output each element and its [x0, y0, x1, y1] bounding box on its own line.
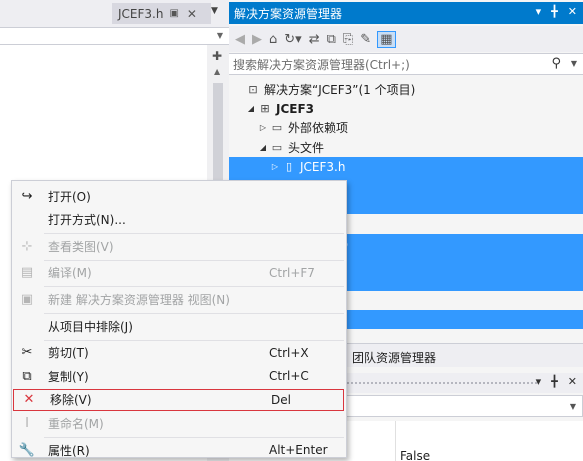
pin-icon[interactable]: ╋ — [551, 5, 558, 18]
sync-icon[interactable]: ↻▾ — [284, 32, 301, 47]
menu-item-remove[interactable]: ✕ 移除(V) Del — [13, 388, 344, 411]
remove-x-icon: ✕ — [23, 392, 35, 408]
wrench-icon: 🔧 — [18, 442, 36, 458]
expand-arrow-icon[interactable]: ◢ — [257, 143, 269, 152]
editor-tab-jcef3-h[interactable]: JCEF3.h ▣ ✕ — [112, 3, 211, 24]
class-diagram-icon: ⊹ — [21, 238, 33, 254]
wrench-icon[interactable]: ✎ — [360, 32, 371, 47]
editor-navigation-bar[interactable]: ▼ — [0, 27, 229, 45]
menu-item-shortcut: Ctrl+X — [269, 345, 309, 360]
menu-separator — [44, 233, 344, 235]
menu-item-label: 移除(V) — [50, 393, 92, 408]
editor-tab-label: JCEF3.h — [118, 6, 164, 21]
menu-item-shortcut: Alt+Enter — [269, 443, 328, 457]
close-icon[interactable]: ✕ — [568, 375, 577, 388]
header-file-icon: ▯ — [285, 160, 293, 173]
menu-item-open-with[interactable]: 打开方式(N)... — [12, 209, 346, 231]
panel-title: 解决方案资源管理器 — [234, 6, 343, 21]
expand-arrow-icon[interactable]: ▷ — [257, 123, 269, 132]
project-icon: ⊞ — [260, 102, 270, 115]
menu-item-shortcut: Ctrl+C — [269, 369, 309, 384]
tree-node[interactable]: ◢ ▭ 头文件 — [229, 138, 583, 157]
menu-item-shortcut: Ctrl+F7 — [269, 265, 315, 280]
menu-item-label: 编译(M) — [48, 266, 92, 281]
menu-item-view-class-diagram: ⊹ 查看类图(V) — [12, 235, 346, 257]
scissors-icon: ✂ — [21, 345, 33, 361]
menu-separator — [44, 437, 344, 438]
forward-icon[interactable]: ▶ — [252, 32, 262, 47]
search-placeholder: 搜索解决方案资源管理器(Ctrl+;) — [233, 57, 410, 72]
close-icon[interactable]: ✕ — [187, 7, 197, 21]
menu-item-exclude-from-project[interactable]: 从项目中排除(J) — [12, 315, 346, 337]
menu-item-cut[interactable]: ✂ 剪切(T) Ctrl+X — [12, 342, 346, 364]
menu-item-rename: Ⅰ 重命名(M) — [12, 412, 346, 434]
solution-explorer-toolbar: ◀ ▶ ⌂ ↻▾ ⇄ ⧉ ⎘ ✎ ▦ — [229, 26, 583, 52]
chevron-down-icon[interactable]: ▼ — [571, 59, 577, 68]
tree-node[interactable]: ▷ ▯ JCEF3.h — [229, 157, 583, 176]
chevron-down-icon[interactable]: ▼ — [570, 402, 576, 411]
menu-separator — [44, 259, 344, 261]
pin-icon[interactable]: ▣ — [169, 8, 178, 19]
solution-icon: ⊡ — [248, 83, 258, 96]
refresh-icon[interactable]: ⇄ — [309, 32, 320, 47]
menu-separator — [44, 339, 344, 341]
chevron-down-icon[interactable]: ▼ — [211, 6, 218, 16]
drag-grip[interactable] — [347, 382, 537, 386]
property-value[interactable]: False — [400, 449, 430, 461]
menu-item-label: 新建 解决方案资源管理器 视图(N) — [48, 292, 230, 307]
new-view-icon: ▣ — [20, 291, 34, 307]
tree-node[interactable]: ▷ ▭ 外部依赖项 — [229, 118, 583, 137]
scroll-up-icon[interactable]: ▲ — [214, 67, 220, 76]
menu-item-compile: ▤ 编译(M) Ctrl+F7 — [12, 262, 346, 284]
show-all-files-icon[interactable]: ⎘ — [343, 32, 353, 47]
menu-separator — [44, 313, 344, 314]
menu-item-copy[interactable]: ⧉ 复制(Y) Ctrl+C — [12, 365, 346, 387]
menu-item-label: 从项目中排除(J) — [48, 319, 133, 334]
menu-item-label: 重命名(M) — [48, 416, 104, 431]
chevron-down-icon[interactable]: ▾ — [536, 5, 542, 18]
rename-icon: Ⅰ — [25, 415, 29, 431]
menu-item-new-se-view: ▣ 新建 解决方案资源管理器 视图(N) — [12, 288, 346, 310]
copy-icon: ⧉ — [22, 368, 32, 384]
context-menu: ↪ 打开(O) 打开方式(N)... ⊹ 查看类图(V) ▤ 编译(M) Ctrl+F7 ▣ 新建… — [11, 180, 347, 458]
folder-filter-icon: ▭ — [271, 121, 283, 134]
chevron-down-icon[interactable]: ▼ — [217, 31, 223, 40]
open-icon: ↪ — [21, 188, 33, 204]
menu-item-label: 打开(O) — [48, 189, 91, 204]
preview-icon[interactable]: ▦ — [377, 30, 396, 48]
expand-arrow-icon[interactable]: ◢ — [245, 104, 257, 113]
collapse-all-icon[interactable]: ⧉ — [327, 32, 336, 47]
back-icon[interactable]: ◀ — [235, 32, 245, 47]
grid-divider — [395, 421, 396, 461]
folder-filter-icon: ▭ — [271, 141, 283, 154]
tree-node-label: JCEF3 — [276, 101, 315, 116]
search-input[interactable]: 搜索解决方案资源管理器(Ctrl+;) ⚲ ▼ — [229, 53, 583, 75]
menu-item-label: 查看类图(V) — [48, 239, 114, 254]
chevron-down-icon[interactable]: ▾ — [536, 375, 542, 388]
menu-item-label: 剪切(T) — [48, 346, 89, 361]
menu-item-label: 属性(R) — [48, 443, 90, 458]
menu-item-label: 打开方式(N)... — [48, 213, 126, 228]
menu-item-label: 复制(Y) — [48, 369, 89, 384]
search-icon[interactable]: ⚲ — [551, 56, 561, 71]
tree-node-label: 头文件 — [288, 141, 325, 155]
menu-item-properties[interactable]: 🔧 属性(R) Alt+Enter — [12, 439, 346, 461]
close-icon[interactable]: ✕ — [568, 5, 577, 18]
menu-item-open[interactable]: ↪ 打开(O) — [12, 185, 346, 207]
splitter-icon[interactable]: ✚ — [212, 49, 222, 63]
menu-separator — [44, 286, 344, 288]
solution-explorer-title-bar: 解决方案资源管理器 ▾ ╋ ✕ — [229, 2, 583, 24]
home-icon[interactable]: ⌂ — [269, 32, 277, 47]
menu-item-shortcut: Del — [271, 392, 291, 407]
tree-node[interactable]: ⊡ 解决方案“JCEF3”(1 个项目) — [229, 80, 583, 99]
tab-team-explorer[interactable]: 团队资源管理器 — [352, 349, 436, 366]
compile-icon: ▤ — [20, 265, 34, 281]
pin-icon[interactable]: ╋ — [551, 375, 558, 388]
editor-tab-strip: JCEF3.h ▣ ✕ ▼ — [0, 0, 229, 27]
tree-node-label: 外部依赖项 — [288, 121, 349, 135]
tree-node-label: 解决方案“JCEF3”(1 个项目) — [264, 83, 416, 97]
tree-node-label: JCEF3.h — [300, 159, 346, 174]
tree-node[interactable]: ◢ ⊞ JCEF3 — [229, 99, 583, 118]
expand-arrow-icon[interactable]: ▷ — [269, 162, 281, 171]
